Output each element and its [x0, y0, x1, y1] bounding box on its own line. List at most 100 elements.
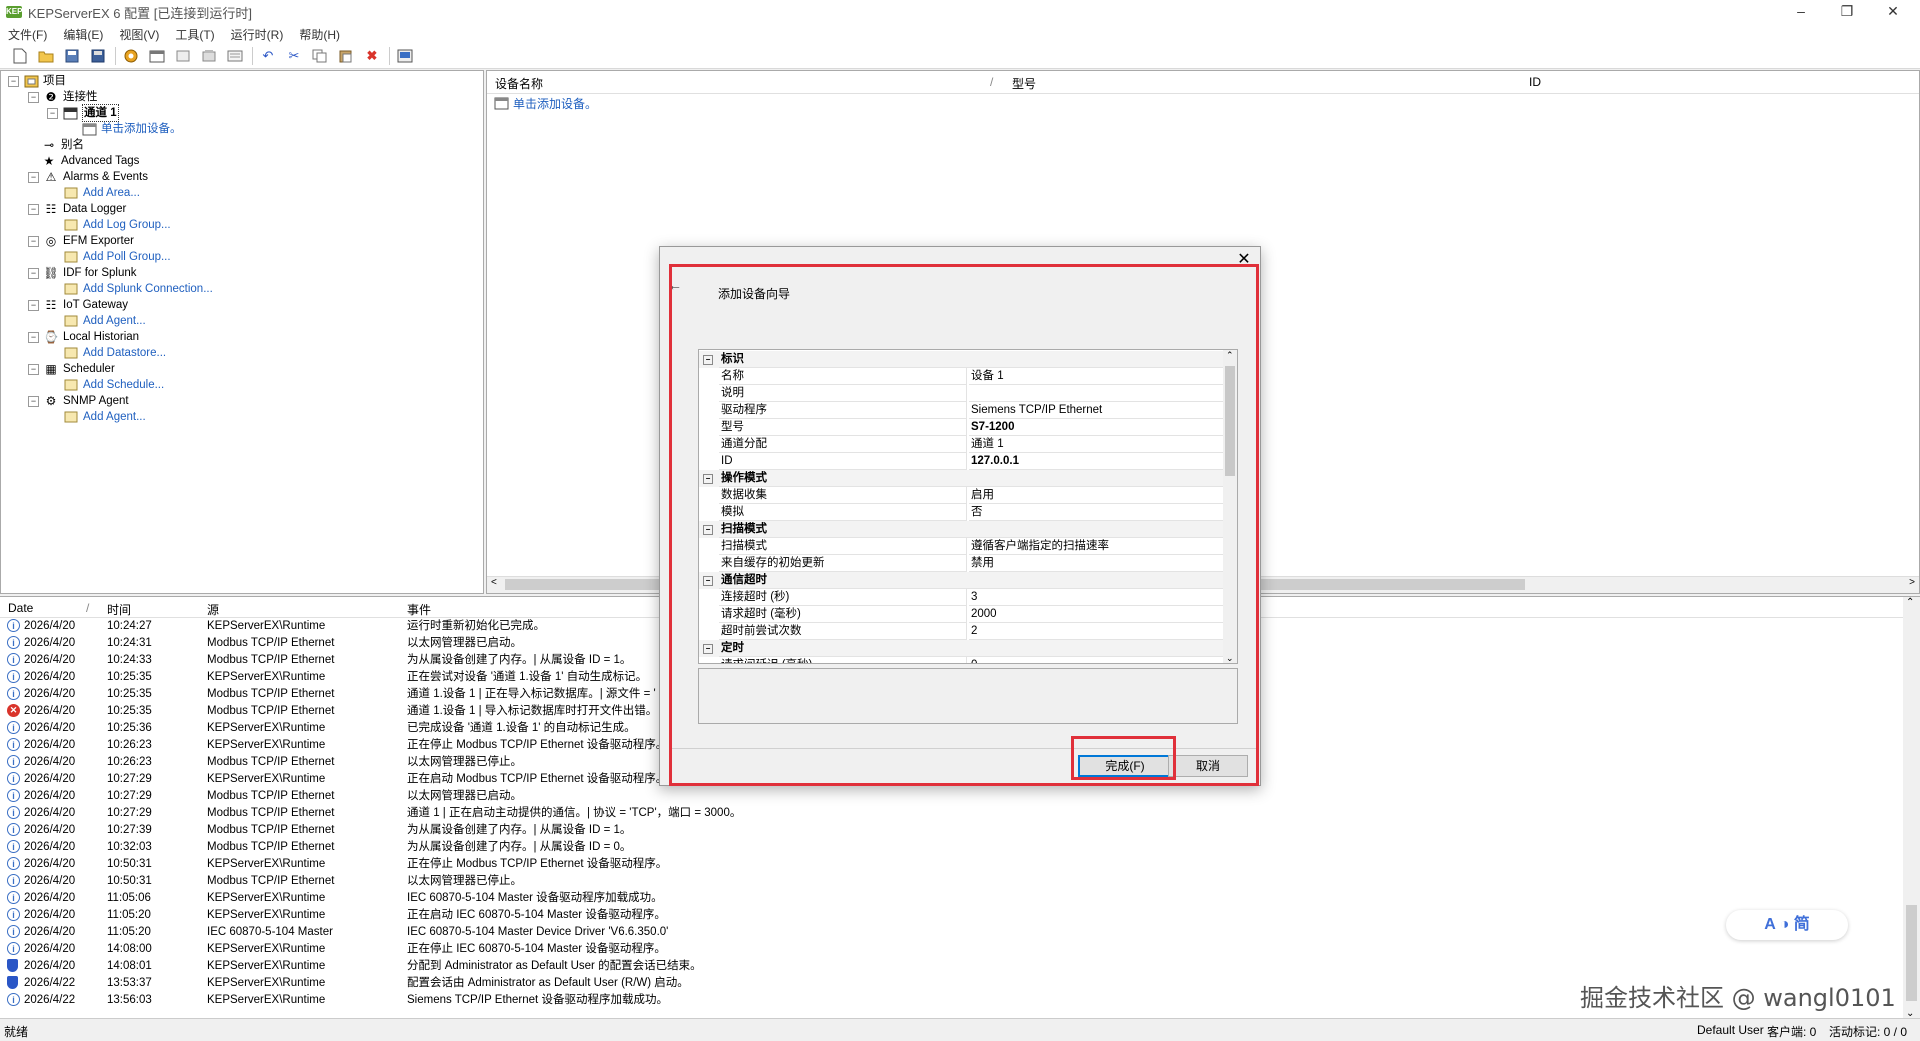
property-row[interactable]: 模拟否: [699, 504, 1225, 521]
collapse-icon[interactable]: −: [28, 395, 39, 407]
new-project-icon[interactable]: [10, 46, 30, 66]
scroll-up-icon[interactable]: ⌃: [1226, 350, 1234, 361]
tree-node-connectivity[interactable]: − ❷ 连接性: [28, 89, 98, 105]
save-as-icon[interactable]: [88, 46, 108, 66]
collapse-icon[interactable]: −: [703, 474, 713, 484]
property-row[interactable]: 连接超时 (秒) 3: [699, 589, 1225, 606]
tree-node-add-child[interactable]: Add Agent...: [63, 313, 146, 329]
property-row[interactable]: 超时前尝试次数 2: [699, 623, 1225, 640]
collapse-icon[interactable]: −: [703, 644, 713, 654]
column-header-time[interactable]: 时间: [107, 601, 131, 618]
tree-node-add-child[interactable]: Add Log Group...: [63, 217, 171, 233]
scroll-up-icon[interactable]: ⌃: [1906, 597, 1914, 608]
property-row[interactable]: 驱动程序 Siemens TCP/IP Ethernet: [699, 402, 1225, 419]
property-value[interactable]: 2: [969, 623, 1225, 640]
property-row[interactable]: 扫描模式 遵循客户端指定的扫描速率: [699, 538, 1225, 555]
tree-link[interactable]: Add Schedule...: [83, 377, 164, 393]
tree-node[interactable]: − ⚠ Alarms & Events: [28, 169, 148, 185]
collapse-icon[interactable]: −: [703, 355, 713, 365]
log-row[interactable]: i 2026/4/20 11:05:06 KEPServerEX\Runtime IEC…: [0, 890, 1900, 907]
property-value[interactable]: 通道 1: [969, 436, 1225, 453]
property-row[interactable]: 请求超时 (毫秒) 2000: [699, 606, 1225, 623]
property-row[interactable]: 来自缓存的初始更新 禁用: [699, 555, 1225, 572]
tree-node-aliases[interactable]: ⊸ 别名: [41, 137, 84, 153]
minimize-button[interactable]: –: [1778, 0, 1824, 24]
property-row[interactable]: 说明: [699, 385, 1225, 402]
log-row[interactable]: i 2026/4/20 10:50:31 Modbus TCP/IP Ethernet…: [0, 873, 1900, 890]
tree-node-add-child[interactable]: Add Schedule...: [63, 377, 164, 393]
tree-node[interactable]: − ⛓ IDF for Splunk: [28, 265, 137, 281]
property-value[interactable]: 设备 1: [969, 368, 1225, 385]
property-row[interactable]: 请求间延迟 (毫秒)0: [699, 657, 1225, 663]
cancel-button[interactable]: 取消: [1168, 755, 1248, 777]
property-category[interactable]: − 定时: [699, 640, 1225, 657]
new-device-icon[interactable]: [147, 46, 167, 66]
tree-link[interactable]: Add Splunk Connection...: [83, 281, 213, 297]
tree-node[interactable]: − ⚙ SNMP Agent: [28, 393, 129, 409]
tree-node[interactable]: − ☷ IoT Gateway: [28, 297, 128, 313]
collapse-icon[interactable]: −: [47, 107, 58, 119]
tree-node[interactable]: − ☷ Data Logger: [28, 201, 126, 217]
tree-link[interactable]: Add Poll Group...: [83, 249, 171, 265]
property-row[interactable]: 数据收集 启用: [699, 487, 1225, 504]
scroll-right-icon[interactable]: >: [1909, 577, 1915, 588]
menu-item[interactable]: 视图(V): [111, 26, 167, 43]
tree-link[interactable]: 单击添加设备。: [101, 121, 182, 137]
column-header-event[interactable]: 事件: [407, 601, 431, 618]
log-row[interactable]: i 2026/4/20 14:08:00 KEPServerEX\Runtime 正在停…: [0, 941, 1900, 958]
property-category[interactable]: − 扫描模式: [699, 521, 1225, 538]
scrollbar-thumb[interactable]: [1906, 905, 1917, 1001]
property-value[interactable]: 禁用: [969, 555, 1225, 572]
property-value[interactable]: [969, 385, 1225, 402]
log-row[interactable]: i 2026/4/20 10:50:31 KEPServerEX\Runtime 正在停…: [0, 856, 1900, 873]
gear-icon[interactable]: [121, 46, 141, 66]
collapse-icon[interactable]: −: [28, 171, 39, 183]
property-category[interactable]: − 通信超时: [699, 572, 1225, 589]
log-row[interactable]: i 2026/4/20 10:32:03 Modbus TCP/IP Ethernet…: [0, 839, 1900, 856]
property-row[interactable]: 型号 S7-1200: [699, 419, 1225, 436]
scroll-left-icon[interactable]: <: [491, 577, 497, 588]
scrollbar-thumb[interactable]: [1225, 366, 1235, 476]
collapse-icon[interactable]: −: [8, 75, 19, 87]
copy-icon[interactable]: [310, 46, 330, 66]
tree-node[interactable]: ★ Advanced Tags: [41, 153, 140, 169]
save-icon[interactable]: [62, 46, 82, 66]
translate-widget[interactable]: A ◑ 简: [1726, 910, 1848, 940]
tree-node-add-child[interactable]: Add Datastore...: [63, 345, 166, 361]
properties-icon[interactable]: [225, 46, 245, 66]
tree-node-add-device[interactable]: 单击添加设备。: [81, 121, 182, 137]
tree-node-add-child[interactable]: Add Splunk Connection...: [63, 281, 213, 297]
collapse-icon[interactable]: −: [28, 203, 39, 215]
menu-item[interactable]: 编辑(E): [55, 26, 111, 43]
tree-link[interactable]: Add Agent...: [83, 313, 146, 329]
finish-button[interactable]: 完成(F): [1078, 755, 1172, 777]
menu-item[interactable]: 运行时(R): [223, 26, 292, 43]
property-value[interactable]: 2000: [969, 606, 1225, 623]
maximize-button[interactable]: ❐: [1824, 0, 1870, 24]
log-row[interactable]: i 2026/4/20 10:27:29 Modbus TCP/IP Ethernet…: [0, 805, 1900, 822]
collapse-icon[interactable]: −: [28, 331, 39, 343]
menu-item[interactable]: 文件(F): [0, 26, 55, 43]
property-category[interactable]: − 标识: [699, 351, 1225, 368]
property-value[interactable]: 启用: [969, 487, 1225, 504]
collapse-icon[interactable]: −: [28, 91, 39, 103]
tree-node-project[interactable]: − 项目: [8, 73, 66, 89]
property-value[interactable]: 3: [969, 589, 1225, 606]
tree-node-add-child[interactable]: Add Area...: [63, 185, 140, 201]
collapse-icon[interactable]: −: [28, 299, 39, 311]
property-value[interactable]: Siemens TCP/IP Ethernet: [969, 402, 1225, 419]
log-row[interactable]: i 2026/4/20 11:05:20 KEPServerEX\Runtime 正在启…: [0, 907, 1900, 924]
undo-icon[interactable]: ↶: [258, 46, 278, 66]
log-row[interactable]: i 2026/4/20 11:05:20 IEC 60870-5-104 Master…: [0, 924, 1900, 941]
property-value[interactable]: S7-1200: [969, 419, 1225, 436]
property-value[interactable]: 遵循客户端指定的扫描速率: [969, 538, 1225, 555]
paste-icon[interactable]: [336, 46, 356, 66]
column-header-model[interactable]: 型号: [1012, 75, 1036, 92]
property-value[interactable]: 否: [969, 504, 1225, 521]
property-value[interactable]: 0: [969, 657, 1225, 663]
tree-node[interactable]: − ⌚ Local Historian: [28, 329, 139, 345]
delete-icon[interactable]: ✖: [362, 46, 382, 66]
log-row[interactable]: i 2026/4/20 10:27:39 Modbus TCP/IP Ethernet…: [0, 822, 1900, 839]
back-arrow-icon[interactable]: ←: [668, 277, 682, 293]
log-row[interactable]: 2026/4/20 14:08:01 KEPServerEX\Runtime 分配到 …: [0, 958, 1900, 975]
